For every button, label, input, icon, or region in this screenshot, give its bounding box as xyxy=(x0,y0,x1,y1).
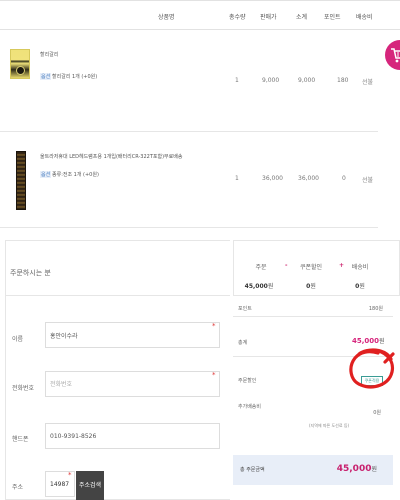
header-quantity: 총수량 xyxy=(229,14,246,21)
header-shipping: 배송비 xyxy=(356,14,373,21)
required-mark: * xyxy=(212,371,216,379)
points-cell: 0 xyxy=(342,175,346,182)
summary-order-value: 45,000원 xyxy=(244,283,274,290)
required-mark: * xyxy=(212,322,216,330)
summary-coupon-label: 쿠폰할인 xyxy=(299,264,323,271)
grand-total-label: 총 주문금액 xyxy=(240,467,265,473)
shipping-cell: 선불 xyxy=(362,79,374,86)
extra-shipping-note: (지역에 따른 도선료 등) xyxy=(309,423,350,428)
option-badge: 옵션 xyxy=(40,171,52,178)
unit-price-cell: 36,000 xyxy=(262,175,283,182)
header-subtotal: 소계 xyxy=(296,14,308,21)
table-row: 울트라저휴대 LED헤드램프용 1개입(배터리CR-322T포함)무료배송 옵션… xyxy=(0,133,378,228)
divider xyxy=(5,295,230,296)
option-badge: 옵션 xyxy=(40,73,52,80)
cart-icon xyxy=(391,48,400,63)
required-mark: * xyxy=(68,471,72,479)
extra-shipping-value: 0원 xyxy=(373,410,381,416)
order-discount-label: 주문할인 xyxy=(238,378,257,384)
product-name[interactable]: 울트라저휴대 LED헤드램프용 1개입(배터리CR-322T포함)무료배송 xyxy=(40,153,182,160)
points-value: 180원 xyxy=(368,306,383,312)
cart-table-header: 상품명 총수량 판매가 소계 포인트 배송비 xyxy=(0,0,400,30)
grand-total-box: 총 주문금액 45,000원 xyxy=(233,455,393,485)
apply-coupon-button[interactable]: 쿠폰적용 xyxy=(361,376,383,386)
header-product: 상품명 xyxy=(158,14,175,21)
points-cell: 180 xyxy=(337,77,349,84)
total-value: 45,000원 xyxy=(352,337,385,345)
quantity-cell: 1 xyxy=(235,175,239,182)
name-label: 이름 xyxy=(12,336,24,343)
subtotal-cell: 9,000 xyxy=(298,77,316,84)
summary-shipping-label: 배송비 xyxy=(351,264,369,271)
option-text: 할리갈리 1개 (+0원) xyxy=(52,74,98,80)
table-row: 할리갈리 옵션 할리갈리 1개 (+0원) 1 9,000 9,000 180 … xyxy=(0,31,378,132)
floating-cart-button[interactable] xyxy=(385,40,400,70)
quantity-cell: 1 xyxy=(235,77,239,84)
header-unit-price: 판매가 xyxy=(260,14,277,21)
product-name[interactable]: 할리갈리 xyxy=(40,51,58,58)
grand-total-value: 45,000원 xyxy=(336,464,377,474)
product-thumbnail[interactable] xyxy=(16,151,26,210)
extra-shipping-label: 추가배송비 xyxy=(238,404,262,410)
mobile-field[interactable] xyxy=(45,423,220,449)
subtotal-cell: 36,000 xyxy=(298,175,319,182)
product-thumbnail[interactable] xyxy=(10,49,30,79)
unit-price-cell: 9,000 xyxy=(262,77,280,84)
divider xyxy=(233,356,393,357)
minus-icon: - xyxy=(285,262,288,269)
summary-coupon-value: 0원 xyxy=(306,283,316,290)
summary-shipping-value: 0원 xyxy=(355,283,365,290)
points-label: 포인트 xyxy=(238,306,252,312)
total-label: 총계 xyxy=(238,340,248,346)
mobile-label: 핸드폰 xyxy=(12,436,29,443)
phone-field[interactable] xyxy=(45,371,220,397)
shipping-cell: 선불 xyxy=(362,177,374,184)
thumbnail-art xyxy=(16,66,25,75)
summary-order-label: 주문 xyxy=(255,264,267,271)
phone-label: 전화번호 xyxy=(12,385,35,392)
header-points: 포인트 xyxy=(324,14,341,21)
name-field[interactable] xyxy=(45,322,220,348)
address-search-button[interactable]: 주소검색 xyxy=(76,471,104,500)
address-label: 주소 xyxy=(12,484,24,491)
option-text: 종류:전조 1개 (+0원) xyxy=(52,172,99,178)
orderer-title: 주문하시는 분 xyxy=(10,269,51,277)
orderer-panel xyxy=(5,240,230,500)
divider xyxy=(233,316,393,317)
